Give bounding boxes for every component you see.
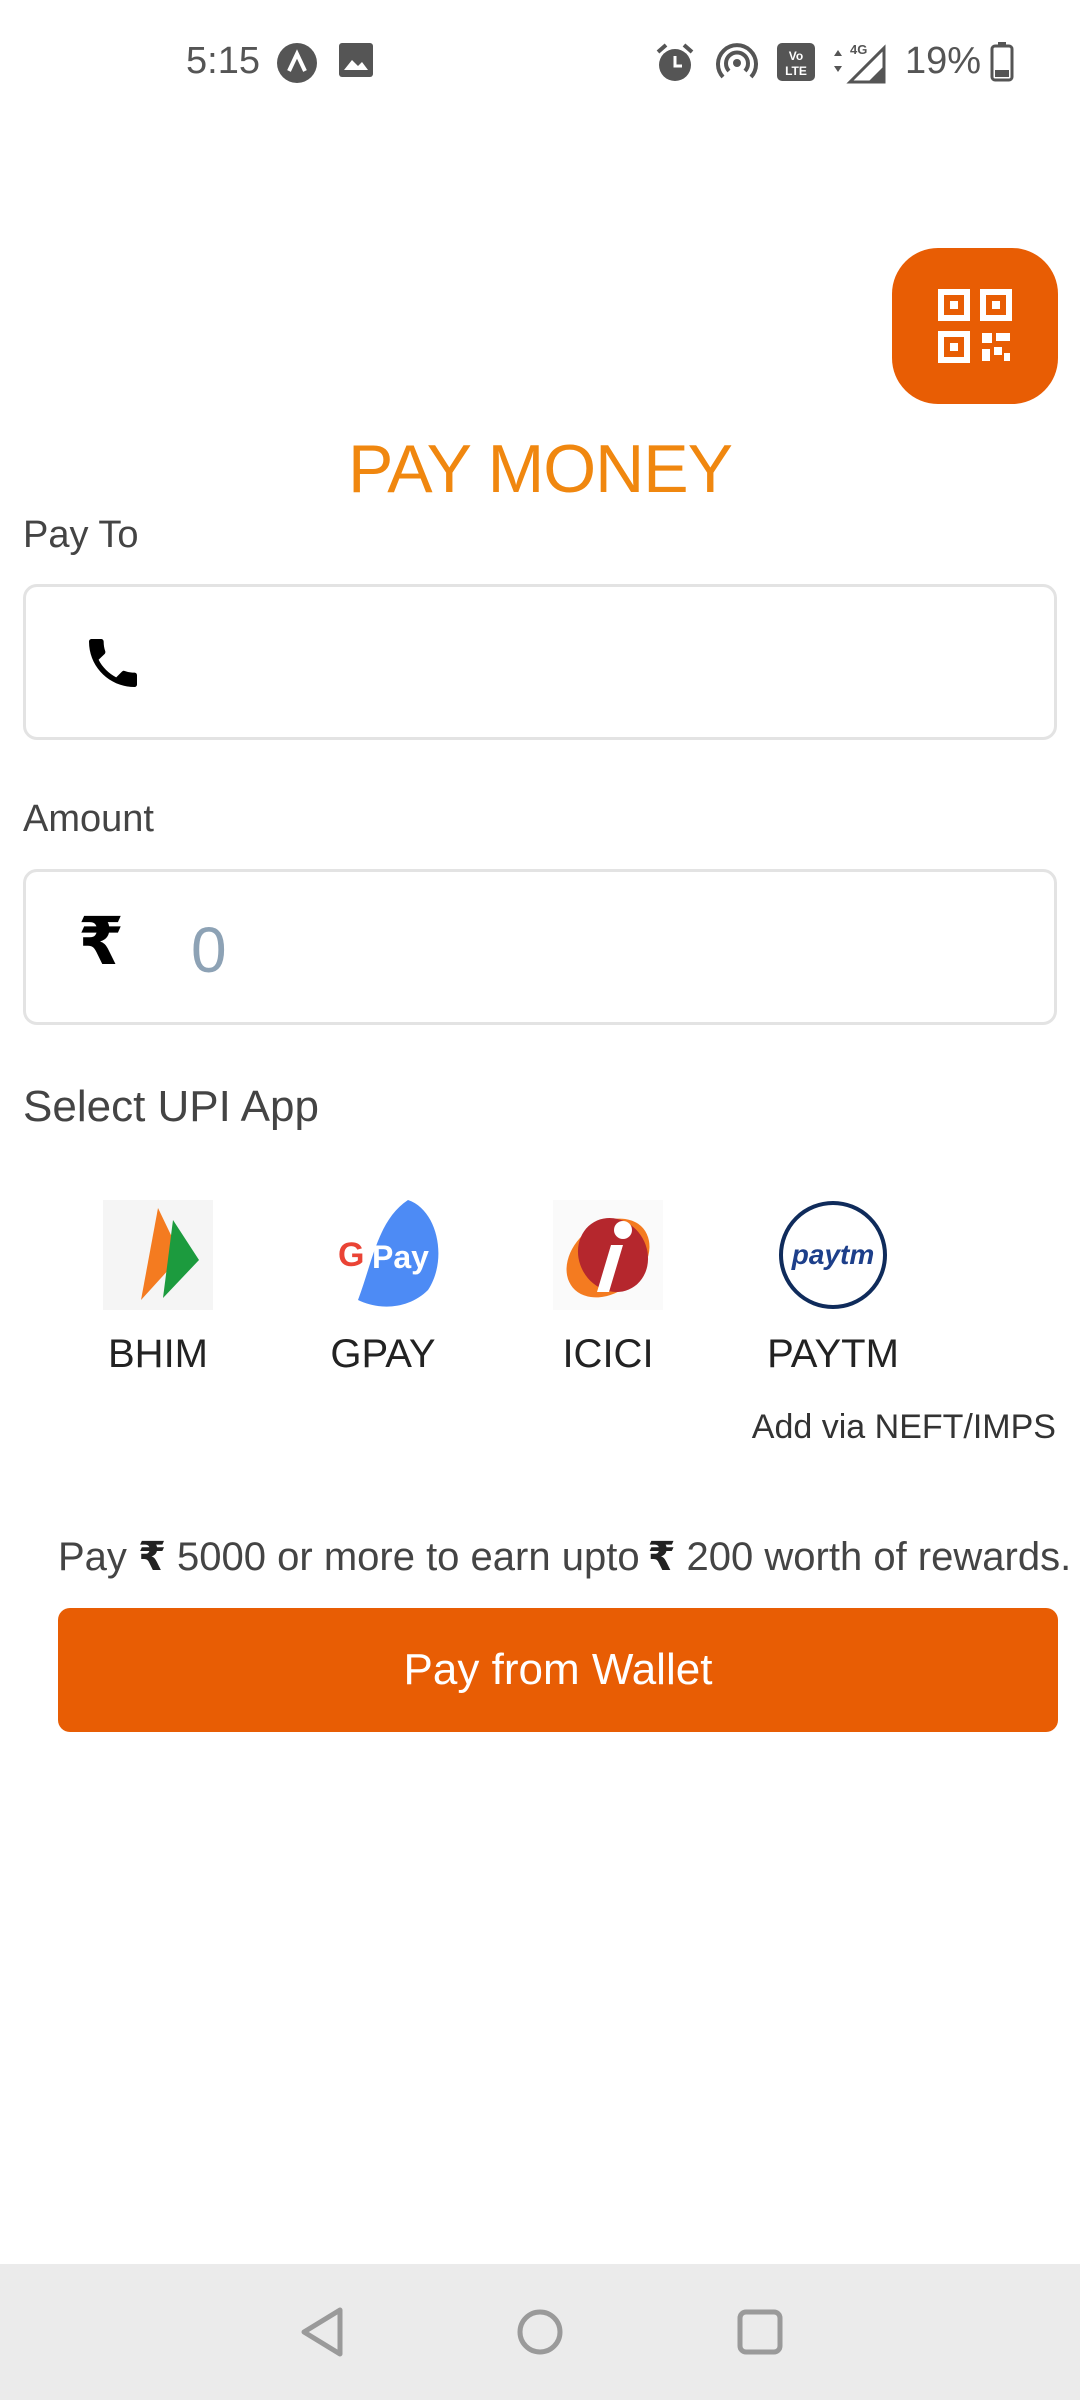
qr-scan-button[interactable] [892, 248, 1058, 404]
pay-from-wallet-button[interactable]: Pay from Wallet [58, 1608, 1058, 1732]
svg-text:Pay: Pay [372, 1239, 429, 1275]
recents-icon[interactable] [730, 2302, 790, 2362]
upi-label-bhim: BHIM [108, 1332, 208, 1376]
rupee-symbol: ₹ [647, 1535, 676, 1579]
alarm-icon [654, 42, 696, 89]
page-title: PAY MONEY [348, 431, 733, 507]
svg-text:LTE: LTE [785, 64, 807, 78]
rewards-text: Pay ₹ 5000 or more to earn upto ₹ 200 wor… [58, 1534, 1072, 1580]
battery-percentage: 19% [905, 40, 982, 82]
rewards-prefix: Pay [58, 1535, 127, 1579]
pay-money-screen: 5:15 Vo LTE 4G 19% PAY MONEY Pay To Amou… [0, 0, 1080, 2400]
upi-app-paytm[interactable]: paytm PAYTM [753, 1200, 913, 1377]
svg-text:G: G [338, 1236, 364, 1274]
paytm-logo-icon: paytm [779, 1201, 887, 1309]
icici-logo-icon [553, 1200, 663, 1310]
rupee-icon: ₹ [78, 904, 124, 978]
hotspot-icon [716, 42, 758, 89]
pay-to-field[interactable] [23, 584, 1057, 740]
rewards-middle: or more to earn upto [277, 1535, 640, 1579]
rewards-suffix: worth of rewards. [764, 1535, 1072, 1579]
gpay-logo-icon: G Pay [338, 1200, 439, 1307]
app-notification-icon [276, 42, 318, 89]
rewards-min-amount: 5000 [177, 1535, 267, 1579]
amount-input[interactable] [191, 900, 1011, 1000]
signal-4g-icon: 4G [828, 42, 888, 89]
upi-app-gpay[interactable]: G Pay GPAY [303, 1200, 463, 1377]
image-icon [338, 42, 374, 83]
upi-label-icici: ICICI [562, 1332, 654, 1376]
volte-icon: Vo LTE [776, 42, 816, 87]
qr-code-icon [938, 289, 1012, 363]
add-via-neft-link[interactable]: Add via NEFT/IMPS [752, 1408, 1056, 1447]
pay-to-label: Pay To [23, 514, 139, 556]
upi-label-paytm: PAYTM [767, 1332, 899, 1376]
upi-app-icici[interactable]: ICICI [528, 1200, 688, 1377]
select-upi-title: Select UPI App [23, 1082, 319, 1131]
phone-icon [81, 631, 145, 700]
battery-icon [990, 42, 1014, 87]
svg-text:paytm: paytm [791, 1239, 874, 1270]
status-bar: 5:15 Vo LTE 4G 19% [0, 0, 1080, 130]
system-nav-bar [0, 2264, 1080, 2400]
home-icon[interactable] [510, 2302, 570, 2362]
bhim-logo-icon [103, 1200, 213, 1310]
upi-label-gpay: GPAY [330, 1332, 436, 1376]
upi-app-bhim[interactable]: BHIM [78, 1200, 238, 1377]
amount-label: Amount [23, 798, 154, 840]
amount-field-box: ₹ [23, 869, 1057, 1025]
svg-text:Vo: Vo [789, 49, 803, 63]
back-icon[interactable] [292, 2302, 352, 2362]
rupee-symbol: ₹ [138, 1535, 166, 1579]
svg-text:4G: 4G [850, 42, 867, 57]
status-time: 5:15 [186, 40, 260, 82]
rewards-amount: 200 [686, 1535, 754, 1579]
